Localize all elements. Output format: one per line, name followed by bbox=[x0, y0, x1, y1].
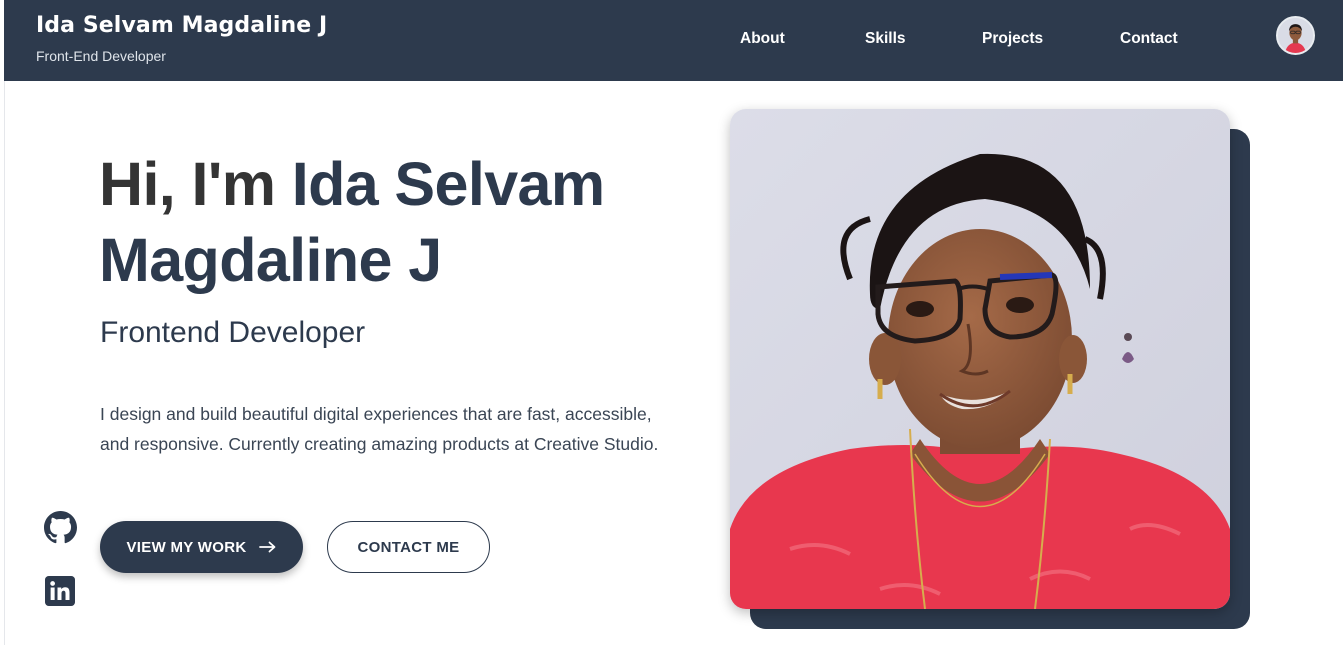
navbar: Ida Selvam Magdaline J Front-End Develop… bbox=[4, 0, 1343, 81]
avatar-portrait bbox=[1278, 18, 1313, 53]
profile-portrait bbox=[730, 109, 1230, 609]
hero-description: I design and build beautiful digital exp… bbox=[100, 404, 659, 454]
nav-link-skills[interactable]: Skills bbox=[865, 30, 906, 48]
linkedin-icon bbox=[45, 576, 75, 606]
view-my-work-label: VIEW MY WORK bbox=[126, 538, 247, 556]
view-my-work-button[interactable]: VIEW MY WORK bbox=[100, 521, 303, 573]
hero-greeting: Hi, I'm bbox=[99, 150, 292, 218]
arrow-right-icon bbox=[258, 541, 275, 553]
github-link[interactable] bbox=[44, 511, 77, 544]
nav-link-contact[interactable]: Contact bbox=[1120, 30, 1178, 48]
github-icon bbox=[44, 511, 77, 544]
nav-link-projects[interactable]: Projects bbox=[982, 30, 1043, 48]
linkedin-link[interactable] bbox=[45, 576, 75, 606]
profile-photo bbox=[730, 109, 1230, 609]
hero-heading: Hi, I'm Ida Selvam Magdaline J bbox=[99, 146, 699, 298]
site-subtitle: Front-End Developer bbox=[36, 48, 166, 64]
avatar[interactable] bbox=[1276, 16, 1315, 55]
hero-role: Frontend Developer bbox=[100, 316, 366, 349]
contact-me-button[interactable]: CONTACT ME bbox=[327, 521, 490, 573]
site-title[interactable]: Ida Selvam Magdaline J bbox=[36, 13, 327, 38]
nav-link-about[interactable]: About bbox=[740, 30, 785, 48]
